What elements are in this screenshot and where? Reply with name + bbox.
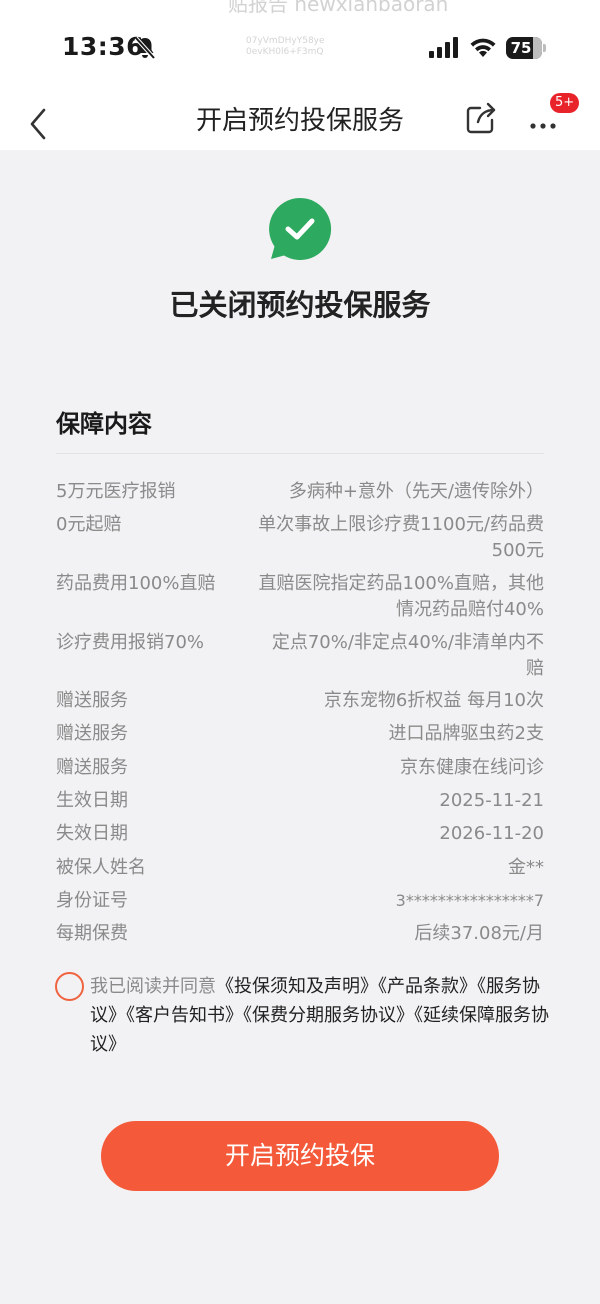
watermark-code: 07yVmDHyY58ye 0evKH0l6+F3mQ [246, 36, 325, 58]
coverage-label: 赠送服务 [56, 723, 128, 744]
notification-badge: 5+ [550, 93, 580, 113]
status-time: 13:36 [62, 32, 145, 61]
coverage-label: 0元起赔 [56, 514, 122, 535]
coverage-value: 直赔医院指定药品100%直赔，其他情况药品赔付40% [258, 573, 544, 620]
agreement-link-notice[interactable]: 《投保须知及声明》 [216, 976, 378, 997]
page-title: 开启预约投保服务 [195, 106, 404, 136]
agreement-link-customer-notice[interactable]: 《客户告知书》 [126, 1005, 243, 1026]
coverage-label: 身份证号 [56, 890, 128, 911]
wifi-icon [470, 38, 496, 57]
coverage-value: 京东宠物6折权益 每月10次 [323, 690, 544, 711]
battery-tip [543, 44, 546, 52]
coverage-value: 2025-11-21 [439, 790, 544, 811]
coverage-label: 5万元医疗报销 [56, 481, 176, 502]
coverage-label: 每期保费 [56, 923, 128, 944]
coverage-value: 定点70%/非定点40%/非清单内不赔 [271, 632, 544, 679]
agreement-text: 我已阅读并同意《投保须知及声明》《产品条款》《服务协议》《客户告知书》《保费分期… [90, 972, 550, 1059]
share-icon[interactable] [464, 100, 498, 136]
battery-icon: 75 [506, 37, 542, 59]
check-chat-bubble-icon [269, 197, 332, 260]
coverage-value: 京东健康在线问诊 [400, 757, 544, 778]
coverage-label: 失效日期 [56, 823, 128, 844]
status-bar: 贴报告 newxianbaoran 07yVmDHyY58ye 0evKH0l6… [0, 0, 600, 90]
agreement-prefix: 我已阅读并同意 [90, 976, 216, 997]
coverage-value: 多病种+意外（先天/遗传除外） [288, 481, 544, 502]
coverage-label: 诊疗费用报销70% [56, 632, 205, 653]
enable-reservation-button[interactable]: 开启预约投保 [101, 1121, 499, 1191]
signal-icon [429, 37, 458, 58]
divider [56, 453, 544, 454]
status-title: 已关闭预约投保服务 [169, 288, 431, 322]
battery-level: 75 [510, 39, 532, 57]
agreement-link-product-terms[interactable]: 《产品条款》 [378, 976, 477, 997]
bell-slash-icon [134, 36, 156, 60]
nav-bar: 开启预约投保服务 [0, 90, 600, 150]
watermark-text: 贴报告 newxianbaoran [228, 0, 449, 16]
agreement-link-installment[interactable]: 《保费分期服务协议》 [243, 1005, 414, 1026]
watermark-code-line2: 0evKH0l6+F3mQ [246, 47, 324, 57]
coverage-value: 2026-11-20 [439, 823, 544, 844]
coverage-label: 赠送服务 [56, 757, 128, 778]
coverage-value: 单次事故上限诊疗费1100元/药品费500元 [258, 514, 544, 561]
section-title: 保障内容 [56, 410, 152, 438]
coverage-label: 生效日期 [56, 790, 128, 811]
coverage-label: 赠送服务 [56, 690, 128, 711]
coverage-label: 药品费用100%直赔 [56, 573, 216, 594]
coverage-value: 进口品牌驱虫药2支 [388, 723, 544, 744]
agree-checkbox[interactable] [55, 972, 84, 1001]
coverage-label: 被保人姓名 [56, 857, 146, 878]
coverage-value: 金** [508, 857, 544, 878]
coverage-value: 后续37.08元/月 [414, 923, 544, 944]
watermark-code-line1: 07yVmDHyY58ye [246, 36, 325, 46]
coverage-value: 3****************7 [395, 891, 544, 910]
